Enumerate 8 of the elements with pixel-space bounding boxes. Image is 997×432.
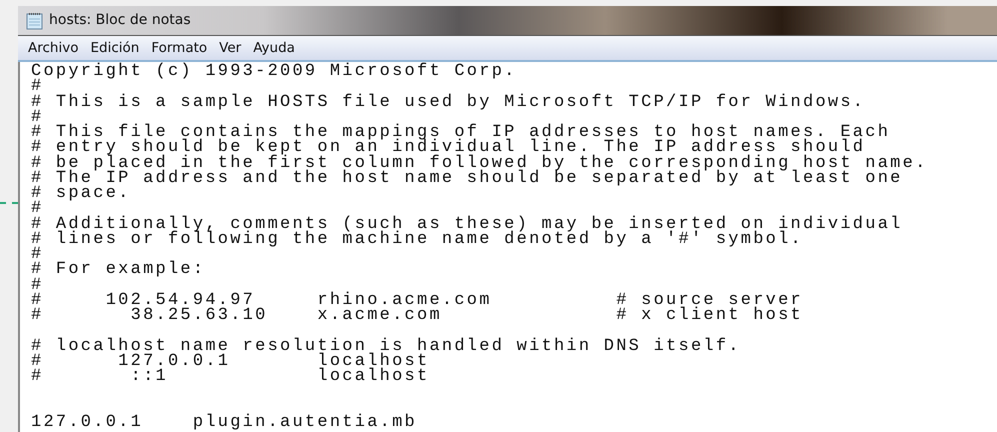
menu-item[interactable]: Ayuda	[247, 38, 301, 58]
menu-item[interactable]: Edición	[84, 38, 146, 58]
window-title: hosts: Bloc de notas	[49, 11, 191, 30]
notepad-icon	[26, 12, 43, 30]
menu-item[interactable]: Archivo	[22, 38, 84, 58]
text-editor[interactable]: Copyright (c) 1993-2009 Microsoft Corp. # # This is a sample HOSTS file used by Microsoft TCP/IP for Windows. # # This file contains the mappings of IP addresses to host names. Each # entry should be kept on an individual line. The IP address should # be placed in the first column followed by the corresponding host name. # The IP address and the host name should be separated by at least one # space. # # Additionally, comments (such as these) may be inserted on individual # lines or following the machine name denoted by a '#' symbol. # # For example: # # 102.54.94.97 rhino.acme.com # source server # 38.25.63.10 x.acme.com # x client host # localhost name resolution is handled within DNS itself. # 127.0.0.1 localhost # ::1 localhost 127.0.0.1 plugin.autentia.mb	[18, 62, 997, 432]
menu-item[interactable]: Ver	[213, 38, 248, 58]
menu-item[interactable]: Formato	[145, 38, 214, 58]
